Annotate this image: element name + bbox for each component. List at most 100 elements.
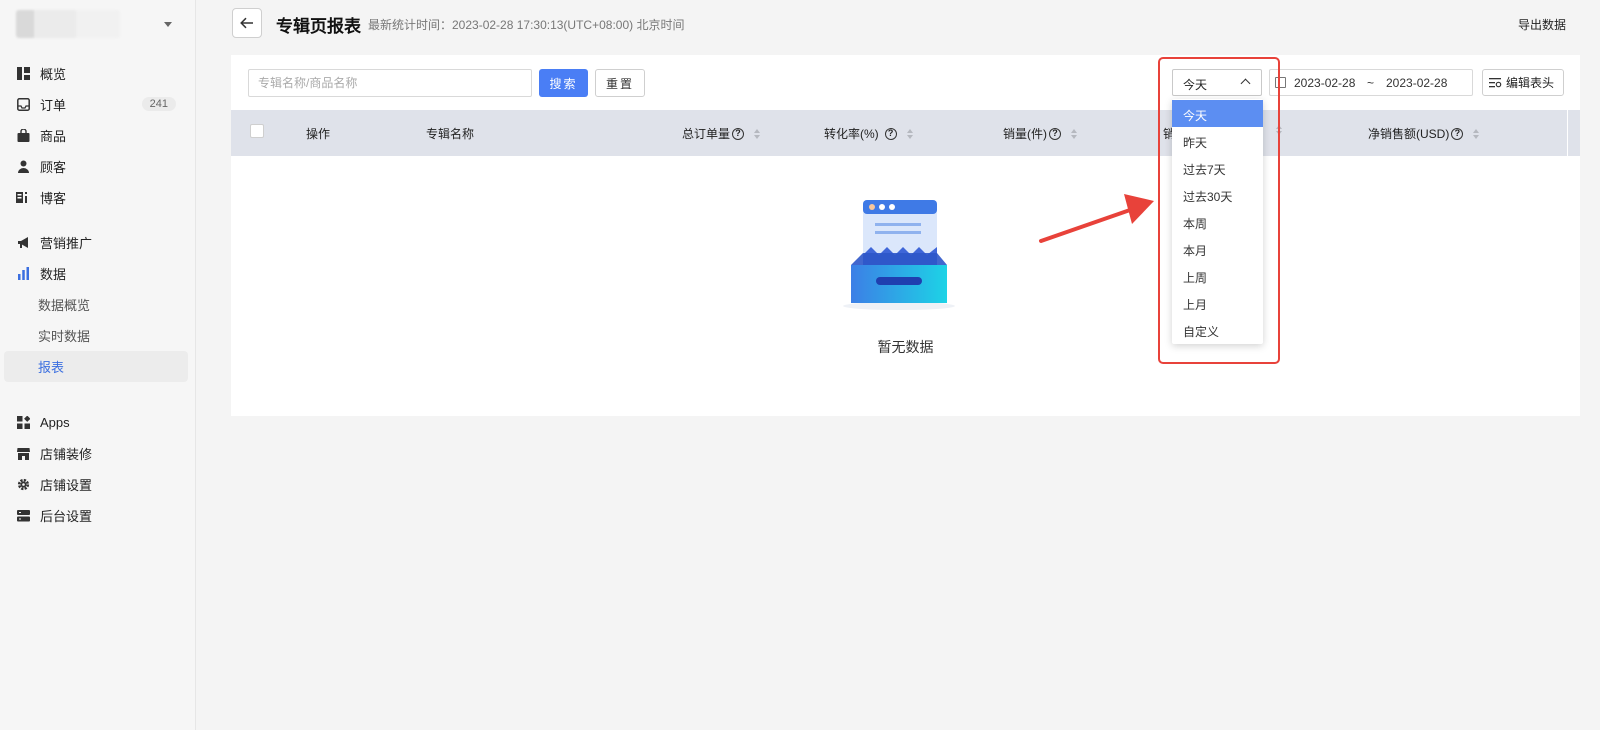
sidebar-item-data[interactable]: 数据	[4, 258, 188, 289]
column-header-total-orders[interactable]: 总订单量 ?	[682, 125, 761, 142]
sidebar: 概览 订单 241 商品 顾客 博客 营销推广 数据 数据概览 实时数据 报表 …	[0, 0, 196, 730]
search-button[interactable]: 搜索	[539, 69, 588, 97]
edit-columns-label: 编辑表头	[1506, 76, 1555, 90]
date-range-picker[interactable]: 2023-02-28 ~ 2023-02-28	[1269, 69, 1473, 96]
apps-icon	[16, 416, 30, 430]
sidebar-item-label: Apps	[40, 415, 70, 430]
sidebar-item-label: 营销推广	[40, 236, 93, 251]
sort-icon[interactable]	[1473, 128, 1480, 139]
sidebar-item-label: 数据	[40, 267, 67, 282]
nav-settings: Apps 店铺装修 店铺设置 后台设置	[4, 407, 188, 531]
store-logo	[16, 10, 120, 38]
chevron-up-icon	[1240, 78, 1251, 89]
sidebar-item-label: 商品	[40, 129, 67, 144]
sidebar-item-realtime-data[interactable]: 实时数据	[4, 320, 188, 351]
sidebar-item-blog[interactable]: 博客	[4, 182, 188, 213]
empty-state-text: 暂无数据	[877, 339, 934, 355]
inbox-icon	[16, 98, 30, 112]
column-header-sales-sort[interactable]	[1266, 125, 1282, 135]
empty-state-illustration	[841, 195, 957, 313]
sidebar-item-label: 后台设置	[40, 509, 93, 524]
sidebar-item-apps[interactable]: Apps	[4, 407, 188, 438]
report-panel: 搜索 重置 今天 2023-02-28 ~ 2023-02-28 编辑表头 操作…	[231, 55, 1580, 416]
sort-icon[interactable]	[906, 128, 913, 139]
date-range-select[interactable]: 今天	[1172, 69, 1262, 96]
sidebar-item-store-design[interactable]: 店铺装修	[4, 438, 188, 469]
help-icon[interactable]: ?	[1049, 127, 1061, 140]
help-icon[interactable]: ?	[732, 127, 745, 140]
date-range-select-value: 今天	[1183, 78, 1208, 92]
column-header-actions: 操作	[306, 125, 330, 142]
sidebar-item-customers[interactable]: 顾客	[4, 151, 188, 182]
column-header-album-name: 专辑名称	[426, 125, 474, 142]
sort-icon[interactable]	[1276, 125, 1282, 135]
store-icon	[16, 447, 30, 461]
dropdown-option-this-week[interactable]: 本周	[1172, 208, 1263, 235]
export-data-button[interactable]: 导出数据	[1518, 16, 1566, 33]
column-header-label: 转化率(%)	[824, 127, 879, 141]
dropdown-option-this-month[interactable]: 本月	[1172, 235, 1263, 262]
megaphone-icon	[16, 236, 30, 250]
date-end: 2023-02-28	[1386, 76, 1448, 90]
sidebar-item-label: 概览	[40, 67, 67, 82]
edit-columns-button[interactable]: 编辑表头	[1482, 69, 1564, 96]
nav-main: 概览 订单 241 商品 顾客 博客	[4, 58, 188, 213]
column-header-label: 专辑名称	[426, 127, 475, 141]
sidebar-item-label: 订单	[40, 98, 67, 113]
column-header-net-sales[interactable]: 净销售额(USD) ?	[1368, 125, 1480, 142]
column-header-label: 总订单量	[682, 127, 731, 141]
gear-icon	[16, 478, 30, 492]
page-title: 专辑页报表	[276, 17, 361, 36]
table-header: 操作 专辑名称 总订单量 ? 转化率(%) ? 销量(件) ? 销 净销售额(U…	[231, 110, 1580, 156]
dropdown-option-last-week[interactable]: 上周	[1172, 262, 1263, 289]
select-all-checkbox[interactable]	[250, 124, 264, 138]
sidebar-item-label: 数据概览	[38, 298, 91, 313]
user-icon	[16, 160, 30, 174]
column-header-label: 销量(件)	[1003, 127, 1047, 141]
sidebar-item-reports[interactable]: 报表	[4, 351, 188, 382]
reset-button[interactable]: 重置	[595, 69, 645, 97]
sort-icon[interactable]	[754, 128, 761, 139]
dropdown-option-today[interactable]: 今天	[1172, 100, 1263, 127]
calendar-icon	[1275, 77, 1286, 88]
column-header-label: 净销售额(USD)	[1368, 127, 1450, 141]
column-header-sales-volume[interactable]: 销量(件) ?	[1003, 125, 1077, 142]
nav-marketing: 营销推广 数据 数据概览 实时数据 报表	[4, 227, 188, 382]
sidebar-item-orders[interactable]: 订单 241	[4, 89, 188, 120]
sidebar-item-products[interactable]: 商品	[4, 120, 188, 151]
sort-icon[interactable]	[1071, 128, 1077, 139]
help-icon[interactable]: ?	[884, 127, 897, 140]
dropdown-option-last-month[interactable]: 上月	[1172, 289, 1263, 316]
dashboard-icon	[16, 67, 30, 81]
sidebar-item-label: 实时数据	[38, 329, 91, 344]
help-icon[interactable]: ?	[1451, 127, 1464, 140]
sidebar-item-overview[interactable]: 概览	[4, 58, 188, 89]
column-divider	[1567, 110, 1568, 156]
dropdown-option-last-7-days[interactable]: 过去7天	[1172, 154, 1263, 181]
sidebar-item-marketing[interactable]: 营销推广	[4, 227, 188, 258]
sidebar-item-label: 顾客	[40, 160, 67, 175]
blog-icon	[16, 191, 30, 205]
sidebar-item-store-settings[interactable]: 店铺设置	[4, 469, 188, 500]
back-button[interactable]	[232, 8, 262, 38]
store-switcher[interactable]	[16, 6, 180, 42]
dropdown-option-yesterday[interactable]: 昨天	[1172, 127, 1263, 154]
caret-down-icon	[164, 22, 172, 27]
column-header-label: 操作	[306, 127, 331, 141]
sidebar-item-label: 博客	[40, 191, 67, 206]
column-header-conversion-rate[interactable]: 转化率(%) ?	[824, 125, 913, 142]
stat-time: 最新统计时间：2023-02-28 17:30:13(UTC+08:00) 北京…	[368, 18, 685, 32]
order-count-badge: 241	[141, 97, 176, 111]
sidebar-item-data-overview[interactable]: 数据概览	[4, 289, 188, 320]
dropdown-option-last-30-days[interactable]: 过去30天	[1172, 181, 1263, 208]
sidebar-item-label: 店铺装修	[40, 447, 93, 462]
search-input[interactable]	[248, 69, 532, 97]
bar-chart-icon	[16, 267, 30, 281]
server-icon	[16, 509, 30, 523]
date-range-dropdown: 今天 昨天 过去7天 过去30天 本周 本月 上周 上月 自定义	[1172, 99, 1263, 344]
dropdown-option-custom[interactable]: 自定义	[1172, 316, 1263, 343]
sidebar-item-label: 店铺设置	[40, 478, 93, 493]
arrow-left-icon	[240, 17, 253, 29]
date-start: 2023-02-28	[1294, 76, 1356, 90]
sidebar-item-admin-settings[interactable]: 后台设置	[4, 500, 188, 531]
